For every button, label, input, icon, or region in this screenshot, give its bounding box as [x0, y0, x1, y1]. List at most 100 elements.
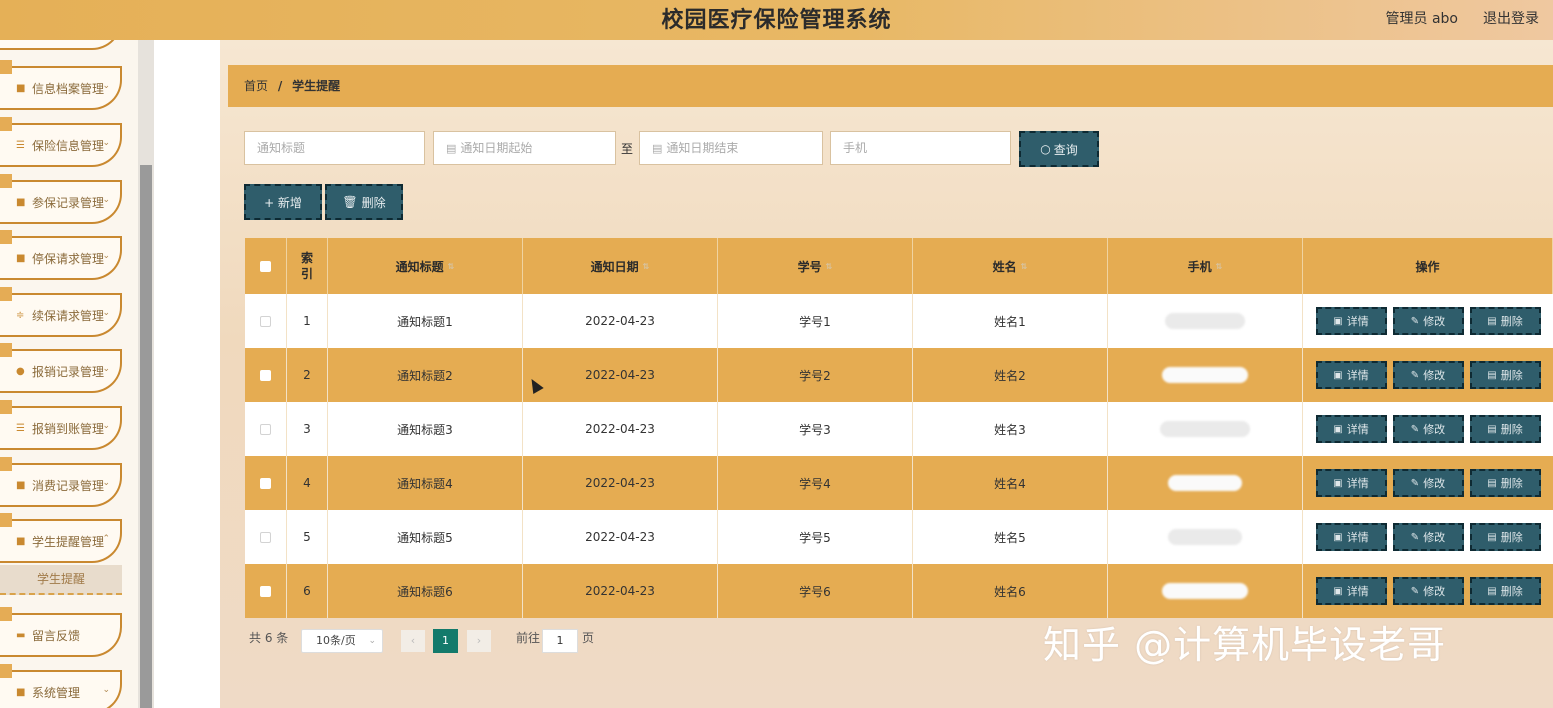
- sidebar-item-claims[interactable]: ● 报销记录管理 ⌄: [0, 343, 122, 393]
- detail-button[interactable]: ▣ 详情: [1315, 469, 1387, 497]
- col-index: 索引: [287, 238, 328, 294]
- col-phone[interactable]: 手机 ⇅: [1108, 238, 1303, 294]
- trash-icon: 🗑: [342, 195, 358, 209]
- edit-button[interactable]: ✎ 修改: [1392, 361, 1464, 389]
- pencil-icon: ✎: [1410, 531, 1420, 543]
- col-student-id[interactable]: 学号 ⇅: [718, 238, 913, 294]
- trash-icon: ▤: [1487, 585, 1497, 597]
- sidebar-item-archives[interactable]: ■ 信息档案管理 ⌄: [0, 60, 122, 110]
- query-button[interactable]: ○ 查询: [1019, 131, 1099, 167]
- chevron-up-icon: ⌃: [102, 534, 110, 544]
- date-end-input[interactable]: ▤ 通知日期结束: [639, 131, 823, 165]
- edit-button[interactable]: ✎ 修改: [1392, 577, 1464, 605]
- document-icon: ▣: [1333, 423, 1343, 435]
- search-icon: ○: [1040, 142, 1051, 156]
- col-name[interactable]: 姓名 ⇅: [913, 238, 1108, 294]
- sidebar-item-label: 停保请求管理: [32, 251, 105, 266]
- goto-page-input[interactable]: 1: [542, 629, 578, 653]
- date-start-input[interactable]: ▤ 通知日期起始: [433, 131, 616, 165]
- sidebar-item-label: 参保记录管理: [32, 195, 105, 210]
- detail-button[interactable]: ▣ 详情: [1315, 577, 1387, 605]
- sidebar-item-consumption[interactable]: ■ 消费记录管理 ⌄: [0, 457, 122, 507]
- row-checkbox[interactable]: [260, 369, 271, 381]
- detail-button[interactable]: ▣ 详情: [1315, 523, 1387, 551]
- cell-title: 通知标题5: [328, 510, 523, 564]
- cell-student-id: 学号2: [718, 348, 913, 402]
- pencil-icon: ✎: [1410, 315, 1420, 327]
- cell-phone: [1108, 348, 1303, 402]
- sidebar-item-system[interactable]: ■ 系统管理 ⌄: [0, 664, 122, 708]
- next-page-button[interactable]: ›: [467, 630, 491, 652]
- page-number-current[interactable]: 1: [433, 629, 458, 653]
- sidebar-item-feedback[interactable]: ▬ 留言反馈: [0, 607, 122, 657]
- total-count: 共 6 条: [249, 631, 289, 645]
- trash-icon: ▤: [1487, 423, 1497, 435]
- delete-button[interactable]: ▤ 删除: [1469, 361, 1541, 389]
- grid-icon: ■: [16, 252, 26, 264]
- sidebar-item-reminders[interactable]: ■ 学生提醒管理 ⌃: [0, 513, 122, 563]
- logout-button[interactable]: 退出登录: [1483, 8, 1539, 28]
- pin-icon: ●: [16, 365, 25, 377]
- edit-button[interactable]: ✎ 修改: [1392, 307, 1464, 335]
- sidebar-item-enrollment[interactable]: ■ 参保记录管理 ⌄: [0, 174, 122, 224]
- app-title: 校园医疗保险管理系统: [661, 7, 892, 33]
- delete-button[interactable]: ▤ 删除: [1469, 469, 1541, 497]
- phone-search-input[interactable]: 手机: [830, 131, 1011, 165]
- pencil-icon: ✎: [1410, 369, 1420, 381]
- cell-name: 姓名6: [913, 564, 1108, 618]
- sidebar-item-label: 保险信息管理: [32, 138, 105, 153]
- detail-button[interactable]: ▣ 详情: [1315, 415, 1387, 443]
- detail-button[interactable]: ▣ 详情: [1315, 307, 1387, 335]
- delete-button[interactable]: ▤ 删除: [1469, 307, 1541, 335]
- sidebar-item-insurance[interactable]: ☰ 保险信息管理 ⌄: [0, 117, 122, 167]
- sidebar-scrollbar-thumb[interactable]: [140, 165, 152, 708]
- chevron-down-icon: ⌄: [102, 308, 110, 318]
- calendar-icon: ▤: [652, 142, 663, 155]
- sidebar-item-partial[interactable]: [0, 40, 122, 50]
- cell-title: 通知标题2: [328, 348, 523, 402]
- trash-icon: ▤: [1487, 531, 1497, 543]
- cell-title: 通知标题3: [328, 402, 523, 456]
- col-title[interactable]: 通知标题 ⇅: [328, 238, 523, 294]
- sidebar-item-label: 信息档案管理: [32, 81, 105, 96]
- title-search-input[interactable]: 通知标题: [244, 131, 425, 165]
- chevron-down-icon: ⌄: [102, 81, 110, 91]
- edit-button[interactable]: ✎ 修改: [1392, 469, 1464, 497]
- chevron-down-icon: ⌄: [102, 138, 110, 148]
- row-checkbox[interactable]: [260, 315, 271, 327]
- batch-delete-button[interactable]: 🗑 删除: [325, 184, 403, 220]
- breadcrumb-current: 学生提醒: [292, 79, 341, 93]
- row-checkbox[interactable]: [260, 477, 271, 489]
- page-suffix: 页: [582, 631, 595, 645]
- edit-button[interactable]: ✎ 修改: [1392, 523, 1464, 551]
- list-icon: ☰: [16, 422, 25, 434]
- row-checkbox[interactable]: [260, 423, 271, 435]
- sidebar-subitem-reminder[interactable]: 学生提醒: [0, 565, 122, 595]
- list-icon: ☰: [16, 139, 25, 151]
- chevron-down-icon: ⌄: [102, 251, 110, 261]
- row-checkbox[interactable]: [260, 531, 271, 543]
- delete-button[interactable]: ▤ 删除: [1469, 577, 1541, 605]
- cell-actions: ▣ 详情 ✎ 修改 ▤ 删除: [1303, 294, 1553, 348]
- calendar-icon: ▤: [446, 142, 457, 155]
- prev-page-button[interactable]: ‹: [401, 630, 425, 652]
- detail-button[interactable]: ▣ 详情: [1315, 361, 1387, 389]
- delete-button[interactable]: ▤ 删除: [1469, 415, 1541, 443]
- sidebar-item-renewal[interactable]: ≑ 续保请求管理 ⌄: [0, 287, 122, 337]
- cell-name: 姓名2: [913, 348, 1108, 402]
- add-button[interactable]: + 新增: [244, 184, 322, 220]
- col-date[interactable]: 通知日期 ⇅: [523, 238, 718, 294]
- cell-name: 姓名5: [913, 510, 1108, 564]
- breadcrumb-home[interactable]: 首页: [244, 79, 268, 93]
- pencil-icon: ✎: [1410, 585, 1420, 597]
- edit-button[interactable]: ✎ 修改: [1392, 415, 1464, 443]
- select-all-checkbox[interactable]: [260, 260, 271, 272]
- delete-button[interactable]: ▤ 删除: [1469, 523, 1541, 551]
- page-size-select[interactable]: 10条/页 ⌄: [301, 629, 383, 653]
- sidebar-item-reimbursement[interactable]: ☰ 报销到账管理 ⌄: [0, 400, 122, 450]
- sidebar-item-suspend[interactable]: ■ 停保请求管理 ⌄: [0, 230, 122, 280]
- cell-phone: [1108, 456, 1303, 510]
- row-checkbox[interactable]: [260, 585, 271, 597]
- cell-index: 3: [287, 402, 328, 456]
- cell-student-id: 学号6: [718, 564, 913, 618]
